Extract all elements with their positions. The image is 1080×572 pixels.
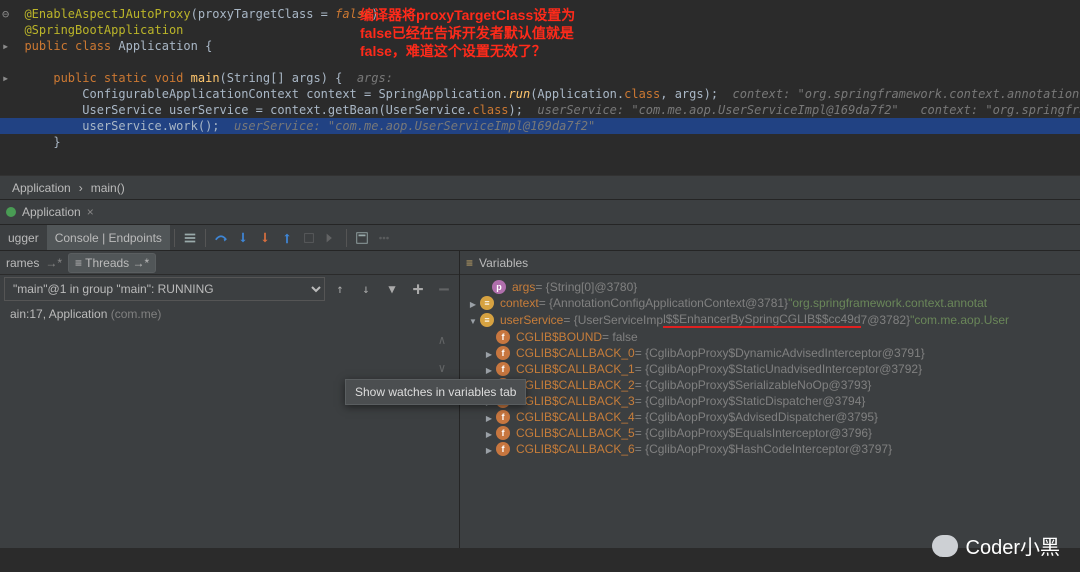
field-icon: f: [496, 426, 510, 440]
close-icon[interactable]: ×: [87, 205, 94, 219]
code-line-highlighted[interactable]: userService.work(); userService: "com.me…: [0, 118, 1080, 134]
tab-console[interactable]: Console | Endpoints: [47, 225, 170, 250]
prev-frame-icon[interactable]: ↑: [329, 278, 351, 300]
field-icon: f: [496, 330, 510, 344]
variable-row[interactable]: f CGLIB$CALLBACK_5 = {CglibAopProxy$Equa…: [460, 425, 1080, 441]
step-into-icon[interactable]: [236, 231, 250, 245]
down-icon[interactable]: ∨: [431, 357, 453, 379]
drop-frame-icon[interactable]: [302, 231, 316, 245]
tab-debugger[interactable]: ugger: [0, 225, 47, 250]
code-line[interactable]: ConfigurableApplicationContext context =…: [0, 86, 1080, 102]
trace-icon[interactable]: [377, 231, 391, 245]
run-config-icon: [6, 207, 16, 217]
object-icon: ≡: [480, 296, 494, 310]
variable-row[interactable]: f CGLIB$CALLBACK_4 = {CglibAopProxy$Advi…: [460, 409, 1080, 425]
threads-toggle[interactable]: ≡ Threads →*: [68, 253, 156, 273]
wechat-icon: [932, 535, 958, 557]
variables-pane: ≡ Variables p args = {String[0]@3780} ≡ …: [460, 251, 1080, 548]
expand-icon[interactable]: [484, 346, 494, 360]
variable-row[interactable]: ≡ userService = {UserServiceImpl$$Enhanc…: [460, 311, 1080, 329]
editor-area[interactable]: ⊖ @EnableAspectJAutoProxy(proxyTargetCla…: [0, 0, 1080, 175]
step-out-icon[interactable]: [280, 231, 294, 245]
watermark: Coder小黑: [932, 531, 1060, 560]
debug-tab-label[interactable]: Application: [22, 205, 81, 219]
thread-select[interactable]: "main"@1 in group "main": RUNNING: [4, 277, 325, 301]
filter-icon[interactable]: ▼: [381, 278, 403, 300]
remove-icon[interactable]: −: [433, 278, 455, 300]
object-icon: ≡: [480, 313, 494, 327]
field-icon: f: [496, 442, 510, 456]
variable-row[interactable]: f CGLIB$CALLBACK_6 = {CglibAopProxy$Hash…: [460, 441, 1080, 457]
tooltip: Show watches in variables tab: [345, 379, 526, 405]
param-icon: p: [492, 280, 506, 294]
expand-icon[interactable]: [484, 410, 494, 424]
code-line[interactable]: }: [0, 134, 1080, 150]
variable-row[interactable]: f CGLIB$CALLBACK_1 = {CglibAopProxy$Stat…: [460, 361, 1080, 377]
variable-row[interactable]: f CGLIB$CALLBACK_3 = {CglibAopProxy$Stat…: [460, 393, 1080, 409]
run-to-cursor-icon[interactable]: [324, 231, 338, 245]
thread-selector-row: "main"@1 in group "main": RUNNING ↑ ↓ ▼ …: [0, 275, 459, 303]
variable-row[interactable]: f CGLIB$CALLBACK_0 = {CglibAopProxy$Dyna…: [460, 345, 1080, 361]
expand-icon[interactable]: [484, 362, 494, 376]
stack-frame[interactable]: ain:17, Application (com.me): [0, 303, 459, 325]
breadcrumb-item[interactable]: Application: [12, 181, 71, 195]
add-icon[interactable]: +: [407, 278, 429, 300]
overlay-annotation: 编译器将proxyTargetClass设置为 false已经在告诉开发者默认值…: [360, 6, 575, 60]
field-icon: f: [496, 362, 510, 376]
collapse-icon[interactable]: [468, 313, 478, 327]
expand-icon[interactable]: [484, 442, 494, 456]
variables-header: ≡ Variables: [460, 251, 1080, 275]
force-step-into-icon[interactable]: [258, 231, 272, 245]
field-icon: f: [496, 410, 510, 424]
step-over-icon[interactable]: [214, 231, 228, 245]
up-icon[interactable]: ∧: [431, 329, 453, 351]
code-line[interactable]: ▸ public static void main(String[] args)…: [0, 70, 1080, 86]
next-frame-icon[interactable]: ↓: [355, 278, 377, 300]
field-icon: f: [496, 346, 510, 360]
expand-icon[interactable]: [484, 426, 494, 440]
debug-run-tab-bar[interactable]: Application ×: [0, 199, 1080, 225]
settings-icon[interactable]: [183, 231, 197, 245]
debug-body: rames→* ≡ Threads →* "main"@1 in group "…: [0, 251, 1080, 548]
breadcrumb-item[interactable]: main(): [91, 181, 125, 195]
breadcrumb[interactable]: Application › main(): [0, 175, 1080, 199]
expand-icon[interactable]: [468, 296, 478, 310]
debugger-toolbar: ugger Console | Endpoints: [0, 225, 1080, 251]
variables-title: Variables: [479, 256, 528, 270]
variable-row[interactable]: f CGLIB$CALLBACK_2 = {CglibAopProxy$Seri…: [460, 377, 1080, 393]
frames-header: rames→* ≡ Threads →*: [0, 251, 459, 275]
evaluate-icon[interactable]: [355, 231, 369, 245]
variable-row[interactable]: p args = {String[0]@3780}: [460, 279, 1080, 295]
code-line[interactable]: UserService userService = context.getBea…: [0, 102, 1080, 118]
breadcrumb-separator: ›: [79, 181, 83, 195]
variable-row[interactable]: ≡ context = {AnnotationConfigApplication…: [460, 295, 1080, 311]
variable-row[interactable]: f CGLIB$BOUND = false: [460, 329, 1080, 345]
